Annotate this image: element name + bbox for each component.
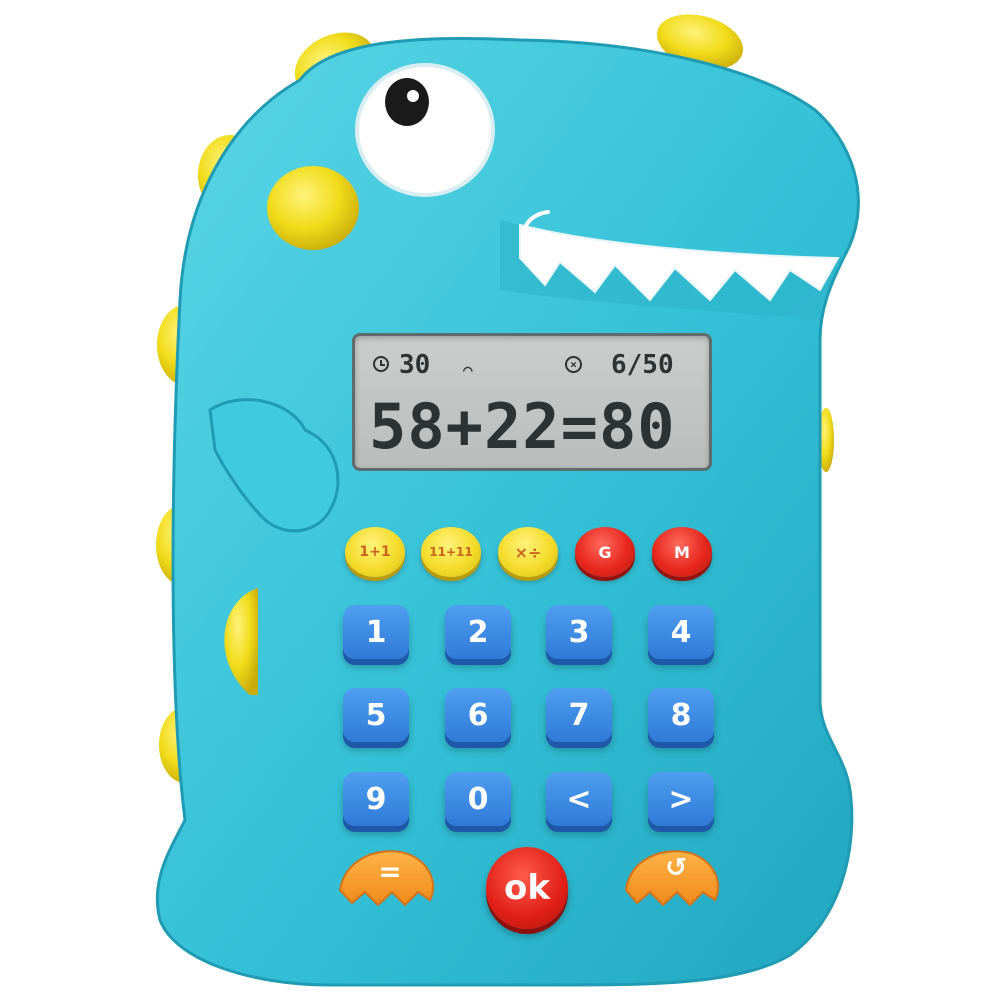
key-2[interactable]: 2	[445, 605, 511, 659]
key-label: ×÷	[514, 542, 542, 562]
toy-body-art	[155, 14, 860, 987]
dino-eye	[355, 63, 495, 197]
key-left[interactable]: <	[546, 772, 612, 826]
lcd-display: 30 ⌒ × 6/50 58+22=80	[352, 333, 712, 471]
key-label: 1	[365, 614, 387, 650]
key-label: 11+11	[429, 545, 473, 559]
key-9[interactable]: 9	[343, 772, 409, 826]
key-1[interactable]: 1	[343, 605, 409, 659]
back-icon: ↺	[665, 853, 687, 883]
key-label: 0	[467, 781, 489, 817]
ok-key[interactable]: ok	[486, 847, 568, 929]
key-label: M	[674, 542, 690, 562]
key-0[interactable]: 0	[445, 772, 511, 826]
key-level-1[interactable]: 1+1	[345, 527, 405, 577]
key-label: G	[598, 542, 612, 562]
key-level-2[interactable]: 11+11	[421, 527, 481, 577]
key-label: 6	[467, 697, 489, 733]
clock-icon	[373, 356, 389, 372]
lcd-expression: 58+22=80	[369, 390, 676, 463]
key-g[interactable]: G	[575, 527, 635, 577]
key-5[interactable]: 5	[343, 688, 409, 742]
key-label: 9	[365, 781, 387, 817]
key-label: 5	[365, 697, 387, 733]
key-label: ok	[504, 868, 550, 908]
key-label: 1+1	[359, 544, 391, 560]
key-right[interactable]: >	[648, 772, 714, 826]
equals-key-label: =	[378, 855, 402, 888]
dino-cheek	[267, 166, 359, 250]
key-label: 8	[670, 697, 692, 733]
key-7[interactable]: 7	[546, 688, 612, 742]
key-multiply-divide[interactable]: ×÷	[498, 527, 558, 577]
lcd-status-row: 30 ⌒ × 6/50	[355, 350, 709, 384]
key-label: 3	[568, 614, 590, 650]
wrong-count-icon: ×	[565, 356, 582, 373]
lcd-progress: 6/50	[611, 350, 674, 380]
key-label: 2	[467, 614, 489, 650]
key-8[interactable]: 8	[648, 688, 714, 742]
lcd-timer: 30	[399, 350, 431, 380]
key-4[interactable]: 4	[648, 605, 714, 659]
key-6[interactable]: 6	[445, 688, 511, 742]
key-m[interactable]: M	[652, 527, 712, 577]
key-label: 7	[568, 697, 590, 733]
key-3[interactable]: 3	[546, 605, 612, 659]
key-label: >	[668, 781, 694, 817]
sound-icon: ⌒	[463, 360, 473, 379]
key-label: 4	[670, 614, 692, 650]
key-label: <	[566, 781, 592, 817]
dino-calculator-toy: 30 ⌒ × 6/50 58+22=80 1+1 11+11 ×÷ G M 1 …	[0, 0, 1004, 1004]
